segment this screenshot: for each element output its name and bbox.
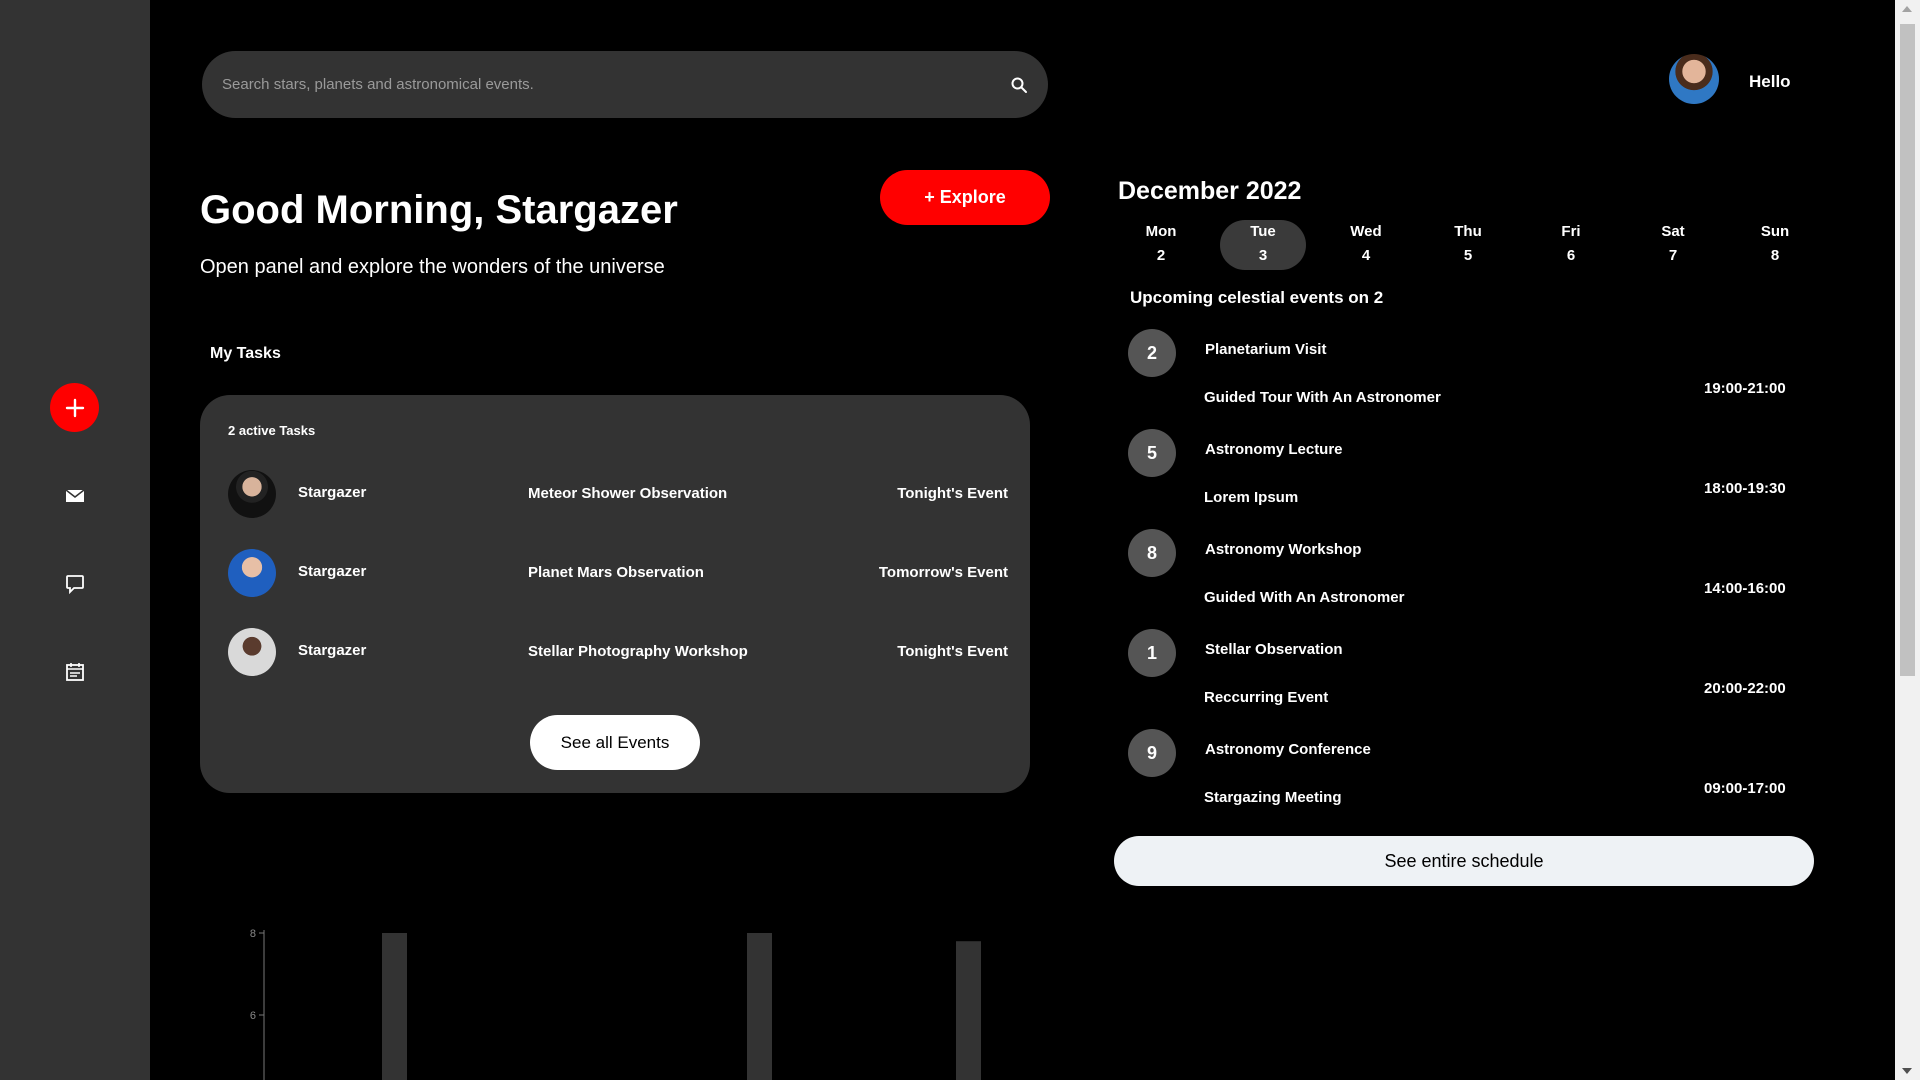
see-schedule-button[interactable]: See entire schedule <box>1114 836 1814 886</box>
event-time: 09:00-17:00 <box>1704 780 1786 797</box>
active-tasks-count: 2 active Tasks <box>228 423 316 438</box>
task-when: Tonight's Event <box>897 485 1008 502</box>
scroll-down-arrow[interactable] <box>1902 1068 1912 1074</box>
tasks-card: 2 active Tasks Stargazer Meteor Shower O… <box>200 395 1030 793</box>
event-title: Planetarium Visit <box>1205 341 1327 358</box>
y-tick-label: 8 <box>250 928 256 940</box>
event-title: Astronomy Conference <box>1205 741 1371 758</box>
bar-chart: 86 <box>250 928 981 1080</box>
search-bar[interactable]: Search stars, planets and astronomical e… <box>202 51 1048 118</box>
day-name: Mon <box>1145 223 1177 240</box>
day-date: 7 <box>1668 247 1678 264</box>
chart-bar <box>747 933 772 1080</box>
event-item[interactable]: 8 Astronomy Workshop Guided With An Astr… <box>1128 529 1798 619</box>
day-fri[interactable]: Fri 6 <box>1528 220 1614 270</box>
task-event: Meteor Shower Observation <box>528 485 728 502</box>
task-row[interactable]: Stargazer Stellar Photography Workshop T… <box>228 628 1008 678</box>
add-button[interactable] <box>50 383 99 432</box>
event-subtitle: Stargazing Meeting <box>1204 789 1342 806</box>
event-title: Astronomy Lecture <box>1205 441 1343 458</box>
calendar-icon <box>66 663 84 681</box>
day-name: Tue <box>1250 223 1276 240</box>
y-tick-label: 6 <box>250 1010 256 1022</box>
day-date: 5 <box>1463 247 1473 264</box>
day-date: 8 <box>1770 247 1780 264</box>
task-owner: Stargazer <box>298 484 367 501</box>
day-name: Fri <box>1561 223 1581 240</box>
event-time: 20:00-22:00 <box>1704 680 1786 697</box>
day-name: Sun <box>1760 223 1790 240</box>
task-when: Tonight's Event <box>897 643 1008 660</box>
event-time: 14:00-16:00 <box>1704 580 1786 597</box>
sidebar-item-mail[interactable] <box>62 485 88 507</box>
scrollbar[interactable] <box>1895 0 1920 1080</box>
task-owner: Stargazer <box>298 563 367 580</box>
day-wed[interactable]: Wed 4 <box>1323 220 1409 270</box>
search-input[interactable]: Search stars, planets and astronomical e… <box>222 76 1010 93</box>
avatar <box>228 628 276 676</box>
avatar[interactable] <box>1669 54 1719 104</box>
plus-icon <box>65 398 84 417</box>
day-name: Wed <box>1350 223 1382 240</box>
event-subtitle: Reccurring Event <box>1204 689 1329 706</box>
day-date: 2 <box>1156 247 1166 264</box>
task-row[interactable]: Stargazer Planet Mars Observation Tomorr… <box>228 549 1008 599</box>
page-subtitle: Open panel and explore the wonders of th… <box>200 256 665 278</box>
mail-icon <box>65 489 85 502</box>
sidebar-item-calendar[interactable] <box>62 661 88 683</box>
day-date: 3 <box>1258 247 1268 264</box>
event-subtitle: Guided Tour With An Astronomer <box>1204 389 1441 406</box>
task-when: Tomorrow's Event <box>878 564 1008 581</box>
task-event: Stellar Photography Workshop <box>528 643 748 660</box>
chart-bar <box>956 941 981 1080</box>
event-number: 2 <box>1128 329 1176 377</box>
event-time: 19:00-21:00 <box>1704 380 1786 397</box>
day-name: Sat <box>1661 223 1685 240</box>
day-date: 4 <box>1361 247 1371 264</box>
search-icon[interactable] <box>1010 76 1028 94</box>
chat-icon <box>66 575 84 594</box>
event-number: 1 <box>1128 629 1176 677</box>
calendar-title: December 2022 <box>1118 177 1302 205</box>
avatar <box>228 470 276 518</box>
sidebar <box>0 0 150 1080</box>
see-all-events-button[interactable]: See all Events <box>530 715 700 770</box>
event-item[interactable]: 1 Stellar Observation Reccurring Event 2… <box>1128 629 1798 719</box>
page-title: Good Morning, Stargazer <box>200 188 678 232</box>
event-number: 8 <box>1128 529 1176 577</box>
day-sun[interactable]: Sun 8 <box>1732 220 1818 270</box>
event-item[interactable]: 9 Astronomy Conference Stargazing Meetin… <box>1128 729 1798 819</box>
day-date: 6 <box>1566 247 1576 264</box>
event-subtitle: Lorem Ipsum <box>1204 489 1299 506</box>
event-number: 5 <box>1128 429 1176 477</box>
event-number: 9 <box>1128 729 1176 777</box>
event-item[interactable]: 2 Planetarium Visit Guided Tour With An … <box>1128 329 1798 419</box>
day-thu[interactable]: Thu 5 <box>1425 220 1511 270</box>
sidebar-item-messages[interactable] <box>62 573 88 595</box>
upcoming-heading: Upcoming celestial events on 2 <box>1130 288 1384 307</box>
task-owner: Stargazer <box>298 642 367 659</box>
day-tue[interactable]: Tue 3 <box>1220 220 1306 270</box>
event-title: Stellar Observation <box>1205 641 1343 658</box>
week-strip: Mon 2 Tue 3 Wed 4 Thu 5 Fri 6 Sat 7 Sun 8 <box>1118 220 1818 270</box>
day-name: Thu <box>1454 223 1482 240</box>
explore-button[interactable]: + Explore <box>880 170 1050 225</box>
task-row[interactable]: Stargazer Meteor Shower Observation Toni… <box>228 470 1008 520</box>
avatar <box>228 549 276 597</box>
my-tasks-heading: My Tasks <box>210 345 281 362</box>
day-sat[interactable]: Sat 7 <box>1630 220 1716 270</box>
event-time: 18:00-19:30 <box>1704 480 1786 497</box>
day-mon[interactable]: Mon 2 <box>1118 220 1204 270</box>
greeting-text: Hello <box>1749 72 1791 91</box>
event-item[interactable]: 5 Astronomy Lecture Lorem Ipsum 18:00-19… <box>1128 429 1798 519</box>
chart-bar <box>382 933 407 1080</box>
event-title: Astronomy Workshop <box>1205 541 1362 558</box>
scroll-up-arrow[interactable] <box>1902 6 1912 12</box>
task-event: Planet Mars Observation <box>528 564 704 581</box>
event-subtitle: Guided With An Astronomer <box>1204 589 1405 606</box>
scrollbar-thumb[interactable] <box>1900 24 1915 676</box>
